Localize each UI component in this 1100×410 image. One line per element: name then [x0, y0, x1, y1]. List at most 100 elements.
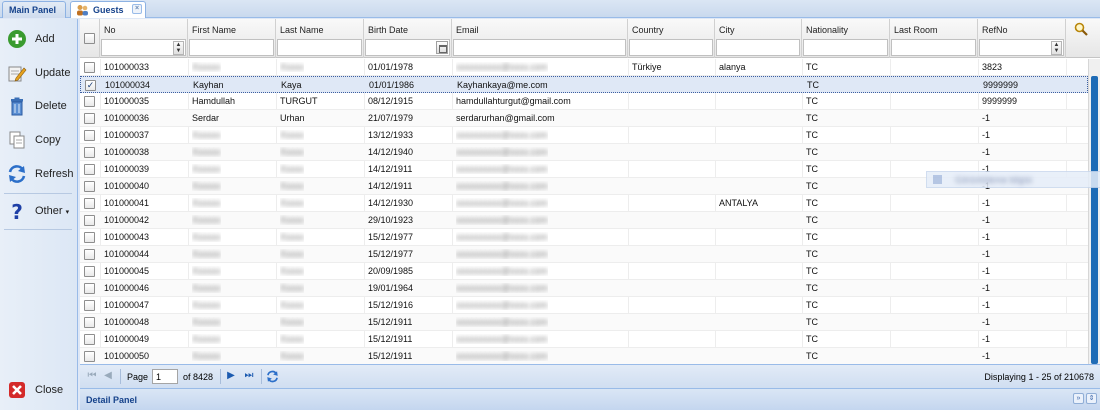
city-filter-input[interactable]	[716, 39, 800, 56]
calendar-icon[interactable]	[436, 41, 448, 54]
refno-filter-input[interactable]: ▲ ▼	[979, 39, 1064, 56]
no-filter-input[interactable]: ▲ ▼	[101, 39, 186, 56]
row-checkbox[interactable]	[84, 62, 95, 73]
column-email[interactable]: Email	[452, 19, 628, 58]
column-nationality[interactable]: Nationality	[802, 19, 890, 58]
birth-date-filter-input[interactable]	[365, 39, 450, 56]
cell-ref: -1	[982, 249, 991, 259]
row-checkbox[interactable]	[84, 113, 95, 124]
row-checkbox[interactable]	[84, 334, 95, 345]
table-row[interactable]: 101000033 Xxxxxx Xxxxx 01/01/1978 xxxxxxxxxx…	[80, 59, 1088, 76]
first-name-filter-input[interactable]	[189, 39, 274, 56]
table-row[interactable]: 101000037 Xxxxxx Xxxxx 13/12/1933 xxxxxxxxxx…	[80, 127, 1088, 144]
last-room-filter-input[interactable]	[891, 39, 976, 56]
table-row[interactable]: 101000038 Xxxxxx Xxxxx 14/12/1940 xxxxxxxxxx…	[80, 144, 1088, 161]
grid-body: 101000033 Xxxxxx Xxxxx 01/01/1978 xxxxxxxxxx…	[80, 59, 1088, 364]
last-page-icon[interactable]: ⏭	[243, 370, 255, 382]
row-checkbox[interactable]	[84, 317, 95, 328]
tab-close-icon[interactable]: ×	[132, 4, 142, 14]
cell-nat: TC	[807, 80, 819, 90]
row-checkbox[interactable]	[84, 198, 95, 209]
vertical-scrollbar[interactable]	[1088, 59, 1100, 364]
table-row[interactable]: 101000042 Xxxxxx Xxxxx 29/10/1923 xxxxxxxxxx…	[80, 212, 1088, 229]
cell-first: Xxxxxx	[192, 334, 221, 344]
table-row[interactable]: 101000035 Hamdullah TURGUT 08/12/1915 hamdul…	[80, 93, 1088, 110]
scrollbar-thumb[interactable]	[1091, 76, 1098, 364]
row-checkbox[interactable]	[84, 130, 95, 141]
column-refno[interactable]: RefNo ▲ ▼	[978, 19, 1066, 58]
table-row[interactable]: 101000050 Xxxxxx Xxxxx 15/12/1911 xxxxxxxxxx…	[80, 348, 1088, 364]
column-first-label: First Name	[192, 25, 237, 35]
row-checkbox[interactable]	[84, 266, 95, 277]
email-filter-input[interactable]	[453, 39, 626, 56]
table-row[interactable]: ✓ 101000034 Kayhan Kaya 01/01/1986 Kayhankaya…	[80, 76, 1088, 93]
expand-icon[interactable]: »	[1073, 393, 1084, 404]
cell-first: Kayhan	[193, 80, 224, 90]
row-checkbox[interactable]: ✓	[85, 80, 96, 91]
cell-first: Xxxxxx	[192, 62, 221, 72]
column-first-name[interactable]: First Name	[188, 19, 276, 58]
refresh-button[interactable]: Refresh	[4, 160, 74, 188]
copy-button[interactable]: Copy	[4, 126, 74, 154]
table-row[interactable]: 101000041 Xxxxxx Xxxxx 14/12/1930 xxxxxxxxxx…	[80, 195, 1088, 212]
row-checkbox[interactable]	[84, 300, 95, 311]
next-page-icon[interactable]: ▶	[225, 370, 237, 382]
cell-ref: -1	[982, 351, 991, 361]
update-label: Update	[35, 67, 71, 79]
table-row[interactable]: 101000045 Xxxxxx Xxxxx 20/09/1985 xxxxxxxxxx…	[80, 263, 1088, 280]
column-country[interactable]: Country	[628, 19, 715, 58]
nationality-filter-input[interactable]	[803, 39, 888, 56]
column-last-name[interactable]: Last Name	[276, 19, 364, 58]
copy-label: Copy	[35, 134, 61, 146]
spinner-icon[interactable]: ▲ ▼	[173, 41, 184, 55]
page-number-input[interactable]	[152, 369, 178, 384]
add-button[interactable]: Add	[4, 25, 74, 53]
row-checkbox[interactable]	[84, 181, 95, 192]
spinner-icon[interactable]: ▲ ▼	[1051, 41, 1062, 55]
last-name-filter-input[interactable]	[277, 39, 362, 56]
trash-icon	[11, 97, 23, 116]
first-page-icon[interactable]: ⏮	[86, 370, 98, 382]
row-checkbox[interactable]	[84, 215, 95, 226]
tab-bar: Main Panel Guests ×	[0, 0, 1100, 18]
column-birth-date[interactable]: Birth Date	[364, 19, 452, 58]
table-row[interactable]: 101000047 Xxxxxx Xxxxx 15/12/1916 xxxxxxxxxx…	[80, 297, 1088, 314]
prev-page-icon[interactable]: ◀	[102, 370, 114, 382]
table-row[interactable]: 101000044 Xxxxxx Xxxxx 15/12/1977 xxxxxxxxxx…	[80, 246, 1088, 263]
column-last-room[interactable]: Last Room	[890, 19, 978, 58]
table-row[interactable]: 101000049 Xxxxxx Xxxxx 15/12/1911 xxxxxxxxxx…	[80, 331, 1088, 348]
table-row[interactable]: 101000048 Xxxxxx Xxxxx 15/12/1911 xxxxxxxxxx…	[80, 314, 1088, 331]
row-checkbox[interactable]	[84, 351, 95, 362]
detail-panel[interactable]: Detail Panel » ⇕	[80, 388, 1100, 410]
row-checkbox[interactable]	[84, 147, 95, 158]
column-no-label: No	[104, 25, 116, 35]
row-checkbox[interactable]	[84, 249, 95, 260]
country-filter-input[interactable]	[629, 39, 713, 56]
row-checkbox[interactable]	[84, 283, 95, 294]
row-checkbox[interactable]	[84, 164, 95, 175]
select-all-checkbox[interactable]	[84, 33, 95, 44]
row-checkbox[interactable]	[84, 96, 95, 107]
cell-birth: 20/09/1985	[368, 266, 414, 276]
ghost-icon	[933, 175, 942, 184]
toggle-icon[interactable]: ⇕	[1086, 393, 1097, 404]
table-row[interactable]: 101000036 Serdar Urhan 21/07/1979 serdarurha…	[80, 110, 1088, 127]
close-button[interactable]: Close	[4, 376, 74, 404]
other-menu-button[interactable]: ? Other ▾	[4, 197, 74, 225]
update-button[interactable]: Update	[4, 59, 74, 87]
cell-first: Xxxxxx	[192, 164, 221, 174]
refresh-icon[interactable]	[266, 370, 279, 383]
tab-guests[interactable]: Guests ×	[70, 1, 146, 18]
delete-button[interactable]: Delete	[4, 92, 74, 120]
cell-email: xxxxxxxxxx@xxxx.com	[456, 266, 548, 276]
table-row[interactable]: 101000043 Xxxxxx Xxxxx 15/12/1977 xxxxxxxxxx…	[80, 229, 1088, 246]
column-birth-label: Birth Date	[368, 25, 409, 35]
tab-main-panel[interactable]: Main Panel	[2, 1, 66, 18]
search-icon[interactable]	[1074, 22, 1088, 36]
row-checkbox[interactable]	[84, 232, 95, 243]
table-row[interactable]: 101000046 Xxxxxx Xxxxx 19/01/1964 xxxxxxxxxx…	[80, 280, 1088, 297]
cell-last: Xxxxx	[280, 62, 305, 72]
column-city[interactable]: City	[715, 19, 802, 58]
column-no[interactable]: No ▲ ▼	[100, 19, 188, 58]
column-city-label: City	[719, 25, 735, 35]
